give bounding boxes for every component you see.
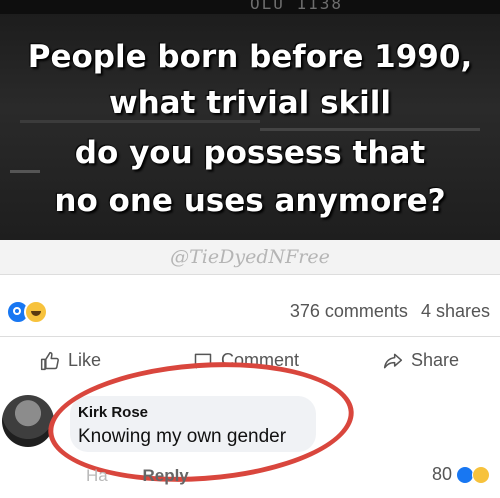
- shares-count[interactable]: 4 shares: [421, 301, 490, 321]
- stereo-panel: OLU 1138: [0, 0, 500, 14]
- haha-reaction-icon: [24, 300, 48, 324]
- share-icon: [383, 353, 403, 368]
- meme-caption-line: People born before 1990,: [27, 39, 473, 75]
- post-reactions[interactable]: [6, 300, 48, 324]
- post-stats: 376 comments 4 shares: [282, 301, 490, 322]
- like-label: Like: [68, 350, 102, 370]
- watermark: @TieDyedNFree: [170, 246, 330, 268]
- thumbs-up-icon: [40, 351, 59, 370]
- comment-reaction-count: 80: [431, 464, 452, 484]
- reply-button[interactable]: Reply: [142, 466, 188, 485]
- comment-reactions[interactable]: 80: [432, 464, 490, 485]
- divider: [0, 336, 500, 337]
- share-label: Share: [411, 350, 460, 370]
- stereo-detail: [260, 128, 480, 131]
- like-button[interactable]: Like: [40, 350, 101, 371]
- meme-caption-line: no one uses anymore?: [54, 183, 446, 219]
- meme-image: OLU 1138 People born before 1990, what t…: [0, 0, 500, 240]
- avatar[interactable]: [2, 395, 54, 447]
- meme-caption-line: what trivial skill: [108, 85, 392, 121]
- haha-fragment: Ha: [86, 466, 108, 485]
- haha-reaction-icon: [472, 465, 490, 484]
- share-button[interactable]: Share: [383, 350, 459, 371]
- meme-caption-line: do you possess that: [74, 135, 426, 171]
- comment-actions: Ha Reply: [86, 466, 189, 486]
- comments-count[interactable]: 376 comments: [290, 301, 408, 321]
- stereo-display: OLU 1138: [250, 0, 344, 13]
